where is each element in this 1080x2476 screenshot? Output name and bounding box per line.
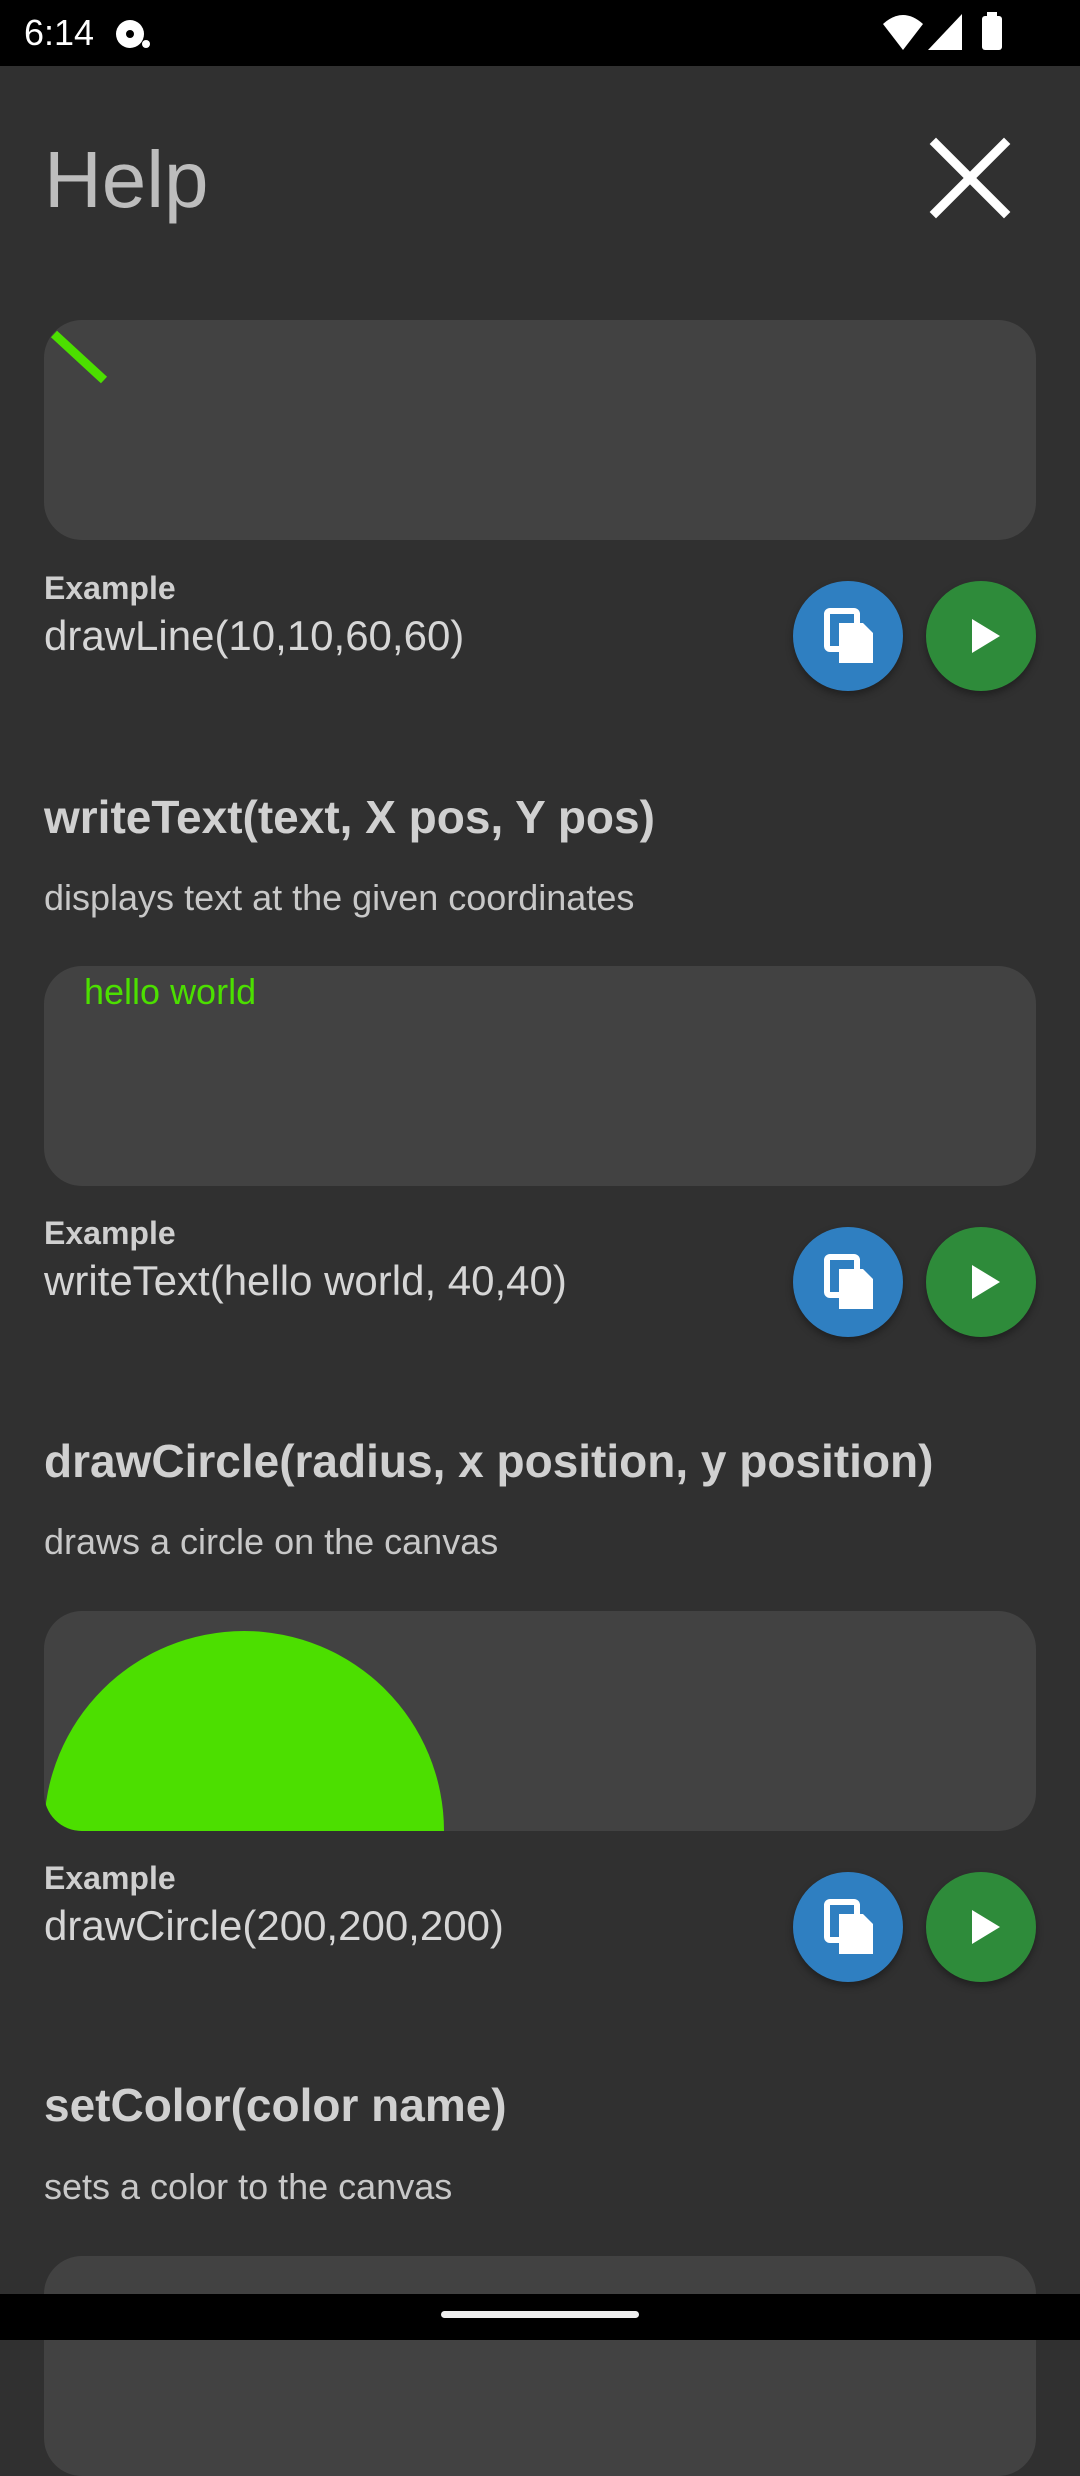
copy-icon [824,608,873,663]
section-title: writeText(text, X pos, Y pos) [44,791,655,843]
copy-button[interactable] [793,581,903,691]
status-time: 6:14 [24,12,95,53]
writetext-preview-canvas: hello world [44,966,1036,1186]
media-icon [112,14,152,63]
play-icon [972,619,1000,653]
section-description: draws a circle on the canvas [44,1521,499,1562]
status-bar: 6:14 [0,0,1080,66]
example-label: Example [44,1215,176,1251]
section-description: displays text at the given coordinates [44,877,635,918]
play-icon [972,1910,1000,1944]
signal-icon [926,10,964,63]
drawcircle-preview-canvas [44,1611,1036,1831]
drawline-preview-canvas [44,320,1036,540]
section-description: sets a color to the canvas [44,2166,453,2207]
page-title: Help [44,135,209,224]
copy-icon [824,1254,873,1309]
copy-button[interactable] [793,1227,903,1337]
close-icon [929,137,1011,219]
run-button[interactable] [926,1227,1036,1337]
example-code: writeText(hello world, 40,40) [44,1257,567,1304]
section-title: drawCircle(radius, x position, y positio… [44,1435,934,1487]
example-label: Example [44,1860,176,1896]
setcolor-preview-canvas [44,2256,1036,2476]
example-label: Example [44,570,176,606]
example-code: drawCircle(200,200,200) [44,1902,504,1949]
wifi-icon [882,10,924,63]
battery-icon [980,10,1004,63]
home-gesture-handle[interactable] [441,2311,639,2318]
copy-icon [824,1899,873,1954]
section-title: setColor(color name) [44,2079,507,2131]
close-button[interactable] [920,128,1020,228]
navigation-bar [0,2294,1080,2340]
example-code: drawLine(10,10,60,60) [44,612,465,659]
run-button[interactable] [926,581,1036,691]
play-icon [972,1265,1000,1299]
copy-button[interactable] [793,1872,903,1982]
run-button[interactable] [926,1872,1036,1982]
help-header: Help [0,66,1080,266]
preview-text: hello world [84,971,257,1012]
